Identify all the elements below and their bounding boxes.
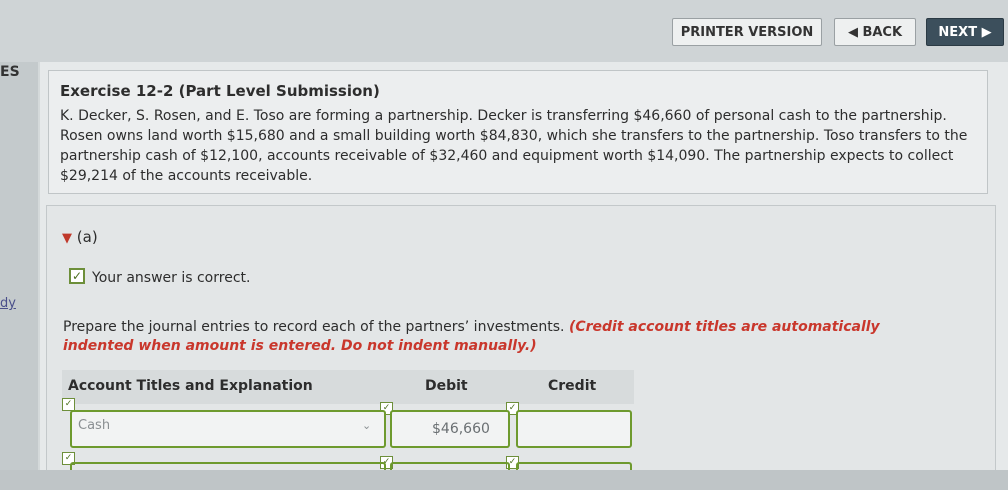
chevron-down-icon[interactable]: ⌄ [362,419,371,432]
exercise-title: Exercise 12-2 (Part Level Submission) [60,82,380,100]
answer-status: Your answer is correct. [92,270,251,286]
next-button[interactable]: NEXT ▶ [926,18,1004,46]
left-nav-label[interactable]: ES [0,64,20,80]
left-nav-link[interactable]: dy [0,296,16,311]
account-title-select[interactable] [70,410,386,448]
left-nav [0,62,38,490]
column-header-account: Account Titles and Explanation [68,378,313,394]
triangle-down-icon: ▼ [62,231,72,246]
exercise-text: K. Decker, S. Rosen, and E. Toso are for… [60,108,968,184]
column-header-credit: Credit [548,378,597,394]
printer-version-button[interactable]: PRINTER VERSION [672,18,822,46]
part-toggle[interactable]: ▼ (a) [62,228,98,246]
column-header-debit: Debit [425,378,468,394]
taskbar-strip [0,470,1008,490]
instructions-text: Prepare the journal entries to record ea… [63,319,565,335]
back-button[interactable]: ◀ BACK [834,18,916,46]
credit-input[interactable] [516,410,632,448]
instructions: Prepare the journal entries to record ea… [63,318,923,356]
checkmark-icon: ✓ [69,268,85,284]
account-title-value: Cash [78,418,111,433]
part-label: (a) [76,228,98,246]
debit-value: $46,660 [432,421,490,437]
